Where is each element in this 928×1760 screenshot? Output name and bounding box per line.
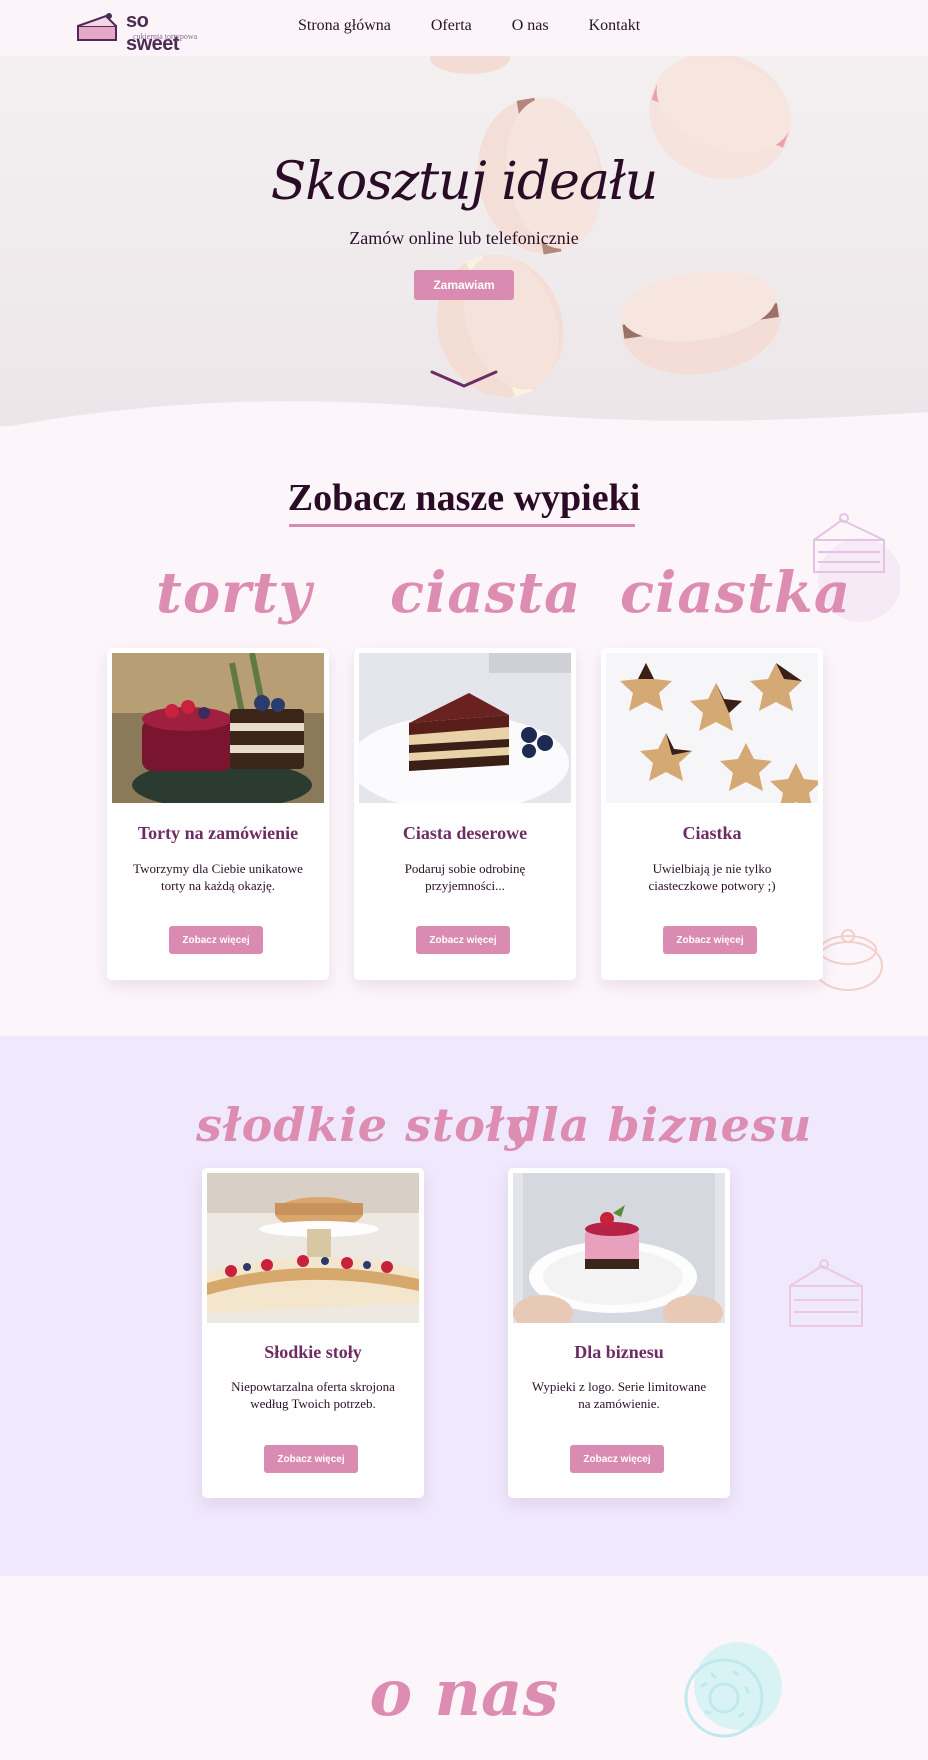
nav-about[interactable]: O nas [512,17,549,35]
see-more-button[interactable]: Zobacz więcej [264,1445,358,1473]
offer-card[interactable]: Torty na zamówienie Tworzymy dla Ciebie … [107,648,329,980]
header: so sweet cukiernia tortypowa Strona głów… [0,0,928,56]
about-title: o nas [369,1656,559,1731]
card-title: Ciasta deserowe [402,823,528,843]
card-title: Torty na zamówienie [137,823,299,843]
offer-card[interactable]: Słodkie stoły Niepowtarzalna oferta skro… [202,1168,424,1498]
logo-tagline: cukiernia tortypowa [133,32,198,41]
nav-home[interactable]: Strona główna [298,17,391,35]
script-pastries: ciasta [390,560,582,626]
offer-card[interactable]: Ciasta deserowe Podaruj sobie odrobinę p… [354,648,576,980]
offer-card[interactable]: Dla biznesu Wypieki z logo. Serie limito… [508,1168,730,1498]
see-more-button[interactable]: Zobacz więcej [416,926,510,954]
card-text: Wypieki z logo. Serie limitowane na zamó… [531,1379,707,1411]
logo[interactable]: so sweet cukiernia tortypowa [76,8,206,55]
card-text: Podaruj sobie odrobinę przyjemności... [404,861,526,893]
sweet-table-photo [207,1173,419,1323]
card-title: Dla biznesu [574,1342,664,1362]
nav-contact[interactable]: Kontakt [589,17,641,35]
page: so sweet cukiernia tortypowa Strona głów… [0,0,928,1760]
card-text: Niepowtarzalna oferta skrojona według Tw… [231,1379,395,1411]
see-more-button[interactable]: Zobacz więcej [570,1445,664,1473]
see-more-button[interactable]: Zobacz więcej [169,926,263,954]
card-text: Uwielbiają je nie tylko ciasteczkowe pot… [648,861,776,893]
offer-card[interactable]: Ciastka Uwielbiają je nie tylko ciastecz… [601,648,823,980]
hero-wave [11,401,928,426]
hero-subtitle: Zamów online lub telefonicznie [349,228,579,248]
chevron-down-icon[interactable] [430,368,498,390]
script-sweet-tables: słodkie stoły [196,1098,533,1152]
title-underline [289,524,635,527]
card-text: Tworzymy dla Ciebie unikatowe torty na k… [133,861,303,893]
main-nav: Strona główna Oferta O nas Kontakt [298,17,680,35]
card-title: Ciastka [682,823,742,843]
hero: Skosztuj ideału Zamów online lub telefon… [0,56,928,426]
hero-title: Skosztuj ideału [270,152,659,212]
offer-title: Zobacz nasze wypieki [287,477,641,519]
see-more-button[interactable]: Zobacz więcej [663,926,757,954]
nav-offer[interactable]: Oferta [431,17,472,35]
cake-photo [112,653,324,803]
business-dessert-photo [513,1173,725,1323]
cake-decoration-icon [789,1259,863,1327]
order-button[interactable]: Zamawiam [414,270,514,300]
script-cookies: ciastka [620,560,852,626]
cake-slice-icon [77,13,117,41]
cookies-photo [606,653,818,803]
pastry-photo [359,653,571,803]
card-title: Słodkie stoły [264,1342,362,1362]
script-business: dla biznesu [508,1098,813,1152]
script-cakes: torty [156,560,313,626]
